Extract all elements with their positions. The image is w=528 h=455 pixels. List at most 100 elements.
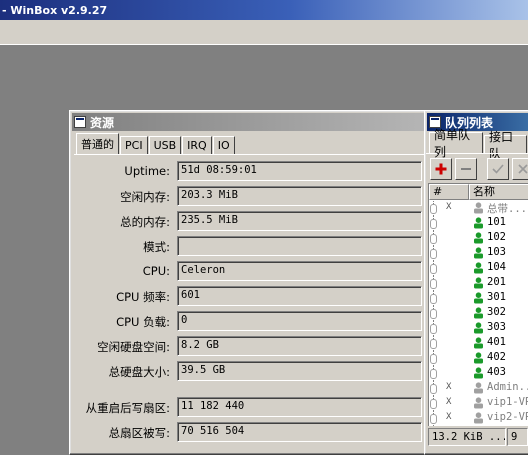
queue-disabled-icon bbox=[474, 382, 483, 394]
queue-row[interactable]: 401 bbox=[429, 336, 528, 351]
queue-name: 102 bbox=[487, 231, 506, 243]
queue-row[interactable]: X 总带... bbox=[429, 201, 528, 216]
tree-link-icon bbox=[430, 276, 440, 291]
queue-disabled-icon bbox=[474, 202, 483, 214]
resources-window-title-bar[interactable]: 资源 bbox=[72, 113, 425, 131]
field-cpu-load: CPU 负载: 0 bbox=[0, 310, 422, 332]
queue-name: 401 bbox=[487, 336, 506, 348]
tree-link-icon bbox=[430, 396, 440, 411]
enable-button[interactable] bbox=[487, 158, 509, 180]
tree-link-icon bbox=[430, 381, 440, 396]
queue-name: vip2-VP bbox=[487, 411, 528, 423]
queue-row[interactable]: 201 bbox=[429, 276, 528, 291]
queue-name: 201 bbox=[487, 276, 506, 288]
check-icon bbox=[492, 164, 504, 174]
tab-usb[interactable]: USB bbox=[148, 136, 182, 154]
field-label: CPU 频率: bbox=[116, 290, 170, 304]
queue-name: Admin... bbox=[487, 381, 528, 393]
queue-row[interactable]: Xvip2-VP bbox=[429, 411, 528, 426]
field-value[interactable]: 39.5 GB bbox=[177, 361, 422, 381]
queue-name: 104 bbox=[487, 261, 506, 273]
queue-list-header: # 名称 bbox=[429, 184, 528, 200]
field-value[interactable]: 11 182 440 bbox=[177, 397, 422, 417]
tree-link-icon bbox=[430, 306, 440, 321]
queue-tabs: 简单队列 接口队 bbox=[429, 128, 528, 161]
resources-tabs: 普通的 PCI USB IRQ IO bbox=[76, 133, 236, 154]
queue-active-icon bbox=[474, 292, 483, 304]
field-label: Uptime: bbox=[124, 164, 170, 178]
queue-name: 总带... bbox=[487, 203, 527, 215]
field-total-sectors: 总扇区被写: 70 516 504 bbox=[0, 421, 422, 443]
disable-button[interactable] bbox=[512, 158, 528, 180]
field-value[interactable]: 0 bbox=[177, 311, 422, 331]
tree-link-icon bbox=[430, 366, 440, 381]
window-icon bbox=[74, 116, 86, 128]
field-label: 空闲硬盘空间: bbox=[97, 340, 170, 354]
queue-active-icon bbox=[474, 307, 483, 319]
queue-active-icon bbox=[474, 262, 483, 274]
field-label: 总的内存: bbox=[120, 215, 170, 229]
queue-active-icon bbox=[474, 367, 483, 379]
field-free-hdd: 空闲硬盘空间: 8.2 GB bbox=[0, 335, 422, 357]
queue-disabled-icon bbox=[474, 412, 483, 424]
queue-row[interactable]: Xvip1-VP bbox=[429, 396, 528, 411]
remove-button[interactable] bbox=[455, 158, 477, 180]
queue-name: 403 bbox=[487, 366, 506, 378]
field-cpu: CPU: Celeron bbox=[0, 260, 422, 282]
tree-link-icon bbox=[430, 411, 440, 426]
tree-link-icon bbox=[430, 291, 440, 306]
tree-link-icon bbox=[430, 246, 440, 261]
tree-link-icon bbox=[430, 321, 440, 336]
queue-active-icon bbox=[474, 232, 483, 244]
field-value[interactable]: 601 bbox=[177, 286, 422, 306]
field-model: 模式: bbox=[0, 235, 422, 257]
queue-active-icon bbox=[474, 322, 483, 334]
plus-icon bbox=[435, 163, 447, 175]
field-total-hdd: 总硬盘大小: 39.5 GB bbox=[0, 360, 422, 382]
tab-divider bbox=[74, 154, 424, 155]
field-value[interactable]: 203.3 MiB bbox=[177, 186, 422, 206]
queue-row[interactable]: 302 bbox=[429, 306, 528, 321]
field-value[interactable]: 8.2 GB bbox=[177, 336, 422, 356]
queue-row[interactable]: 102 bbox=[429, 231, 528, 246]
app-title: - WinBox v2.9.27 bbox=[2, 3, 108, 17]
tab-pci[interactable]: PCI bbox=[120, 136, 148, 154]
field-value[interactable]: Celeron bbox=[177, 261, 422, 281]
queue-row[interactable]: 101 bbox=[429, 216, 528, 231]
field-label: 空闲内存: bbox=[120, 190, 170, 204]
queue-list: # 名称 X 总带... 101 102 103 104 201 301 302 303 401 40… bbox=[428, 183, 528, 426]
tree-link-icon bbox=[430, 201, 440, 216]
field-label: 模式: bbox=[143, 240, 170, 254]
field-total-memory: 总的内存: 235.5 MiB bbox=[0, 210, 422, 232]
tab-io[interactable]: IO bbox=[212, 136, 235, 154]
queue-row[interactable]: 104 bbox=[429, 261, 528, 276]
queue-row[interactable]: 303 bbox=[429, 321, 528, 336]
column-header-name[interactable]: 名称 bbox=[469, 184, 528, 200]
disabled-flag: X bbox=[446, 397, 452, 407]
column-header-number[interactable]: # bbox=[429, 184, 469, 200]
tab-general[interactable]: 普通的 bbox=[76, 133, 119, 154]
queue-row[interactable]: X Admin... bbox=[429, 381, 528, 396]
queue-name: 301 bbox=[487, 291, 506, 303]
queue-status-rate: 13.2 KiB ... bbox=[428, 428, 506, 446]
field-free-memory: 空闲内存: 203.3 MiB bbox=[0, 185, 422, 207]
queue-row[interactable]: 403 bbox=[429, 366, 528, 381]
field-value[interactable]: 51d 08:59:01 bbox=[177, 161, 422, 181]
add-button[interactable] bbox=[430, 158, 452, 180]
queue-row[interactable]: 301 bbox=[429, 291, 528, 306]
queue-row[interactable]: 103 bbox=[429, 246, 528, 261]
tab-irq[interactable]: IRQ bbox=[182, 136, 212, 154]
queue-name: 103 bbox=[487, 246, 506, 258]
queue-active-icon bbox=[474, 277, 483, 289]
tab-simple-queues[interactable]: 简单队列 bbox=[429, 128, 483, 159]
queue-name: 101 bbox=[487, 216, 506, 228]
field-value[interactable] bbox=[177, 236, 422, 256]
queue-row[interactable]: 402 bbox=[429, 351, 528, 366]
queue-name: 302 bbox=[487, 306, 506, 318]
field-value[interactable]: 70 516 504 bbox=[177, 422, 422, 442]
cross-icon bbox=[518, 164, 528, 174]
field-value[interactable]: 235.5 MiB bbox=[177, 211, 422, 231]
field-label: 总扇区被写: bbox=[108, 426, 170, 440]
tab-interface-queues[interactable]: 接口队 bbox=[484, 130, 527, 161]
tree-link-icon bbox=[430, 261, 440, 276]
